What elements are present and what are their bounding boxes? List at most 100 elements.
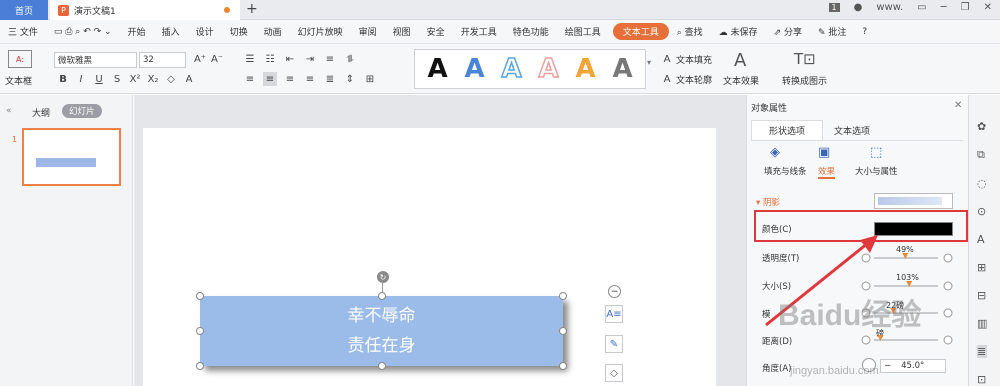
share-button[interactable]: ⇗ 分享 (766, 25, 810, 38)
transparency-plus-button[interactable] (943, 253, 953, 263)
resize-handle-tr[interactable] (559, 292, 567, 300)
fill-float-icon[interactable]: ◇ (605, 364, 623, 382)
convert-diagram-icon[interactable]: T⊡ (794, 50, 816, 68)
table-icon[interactable]: ⊞ (977, 261, 987, 274)
pen-float-icon[interactable]: ✎ (605, 335, 623, 353)
underline-button[interactable]: U (92, 72, 106, 86)
minimize-icon[interactable]: ─ (941, 2, 947, 13)
text-effect-icon[interactable]: A (734, 50, 746, 71)
indent-decrease-icon[interactable]: ⇤ (283, 52, 297, 66)
resize-handle-br[interactable] (559, 362, 567, 370)
text-style-pink-outline[interactable]: A (533, 52, 565, 86)
text-outline-button[interactable]: A 文本轮廓 (660, 72, 712, 86)
new-tab-button[interactable]: + (246, 1, 258, 17)
subtab-fill-line[interactable]: 填充与线条 (764, 165, 807, 177)
tab-text-options[interactable]: 文本选项 (834, 124, 870, 137)
menu-drawing-tools[interactable]: 绘图工具 (557, 25, 609, 38)
resize-handle-r[interactable] (559, 327, 567, 335)
tab-shape-options[interactable]: 形状选项 (751, 120, 823, 140)
resize-handle-l[interactable] (196, 327, 204, 335)
menu-features[interactable]: 特色功能 (505, 25, 557, 38)
selected-textbox[interactable]: 幸不辱命 责任在身 (200, 296, 563, 366)
tab-slides[interactable]: 幻灯片 (62, 104, 102, 118)
resize-handle-bl[interactable] (196, 362, 204, 370)
superscript-icon[interactable]: X² (128, 72, 142, 86)
panel-close-icon[interactable]: ✕ (954, 100, 962, 111)
save-status[interactable]: ☁ 未保存 (711, 25, 766, 38)
menu-insert[interactable]: 插入 (154, 25, 188, 38)
tab-outline[interactable]: 大纲 (32, 106, 50, 119)
align-right-icon[interactable]: ≡ (283, 72, 297, 86)
size-plus-button[interactable] (943, 281, 953, 291)
text-format-float-icon[interactable]: A≡ (605, 305, 623, 323)
distance-minus-button[interactable] (861, 335, 871, 345)
collapse-icon[interactable]: « (6, 106, 12, 116)
columns-icon[interactable]: ⊞ (363, 72, 377, 86)
pin-icon[interactable]: ✿ (977, 120, 987, 133)
chart-icon[interactable]: ▥ (977, 317, 987, 330)
fill-line-icon[interactable]: ◈ (770, 145, 780, 160)
text-effect-label[interactable]: 文本效果 (723, 74, 759, 87)
text-style-blue[interactable]: A (459, 52, 491, 86)
user-name[interactable]: www. (876, 2, 903, 13)
shadow-preset-select[interactable] (874, 193, 953, 209)
bullet-list-icon[interactable]: ☰ (243, 52, 257, 66)
resize-handle-t[interactable] (378, 292, 386, 300)
blur-plus-button[interactable] (943, 308, 953, 318)
subscript-icon[interactable]: X₂ (146, 72, 160, 86)
effect-icon[interactable]: ▣ (818, 145, 830, 160)
text-style-orange[interactable]: A (570, 52, 602, 86)
menu-text-tools[interactable]: 文本工具 (612, 23, 669, 40)
menu-animation[interactable]: 动画 (256, 25, 290, 38)
window-split-icon[interactable]: ▭ (917, 2, 926, 13)
line-spacing-icon[interactable]: ≡ (323, 52, 337, 66)
menu-security[interactable]: 安全 (419, 25, 453, 38)
restore-icon[interactable]: ❐ (961, 2, 970, 13)
textbox-line-2[interactable]: 责任在身 (348, 331, 416, 361)
menu-view[interactable]: 视图 (385, 25, 419, 38)
clear-format-icon[interactable]: ◇ (164, 72, 178, 86)
text-style-black[interactable]: A (422, 52, 454, 86)
numbered-list-icon[interactable]: ☷ (263, 52, 277, 66)
text-style-icon[interactable]: A (977, 233, 987, 246)
collapse-toolbar-icon[interactable]: − (608, 285, 621, 298)
size-property-icon[interactable]: ⬚ (870, 145, 882, 160)
resize-handle-b[interactable] (378, 362, 386, 370)
help-button[interactable]: ? (854, 27, 875, 37)
more-icon[interactable]: ⊡ (977, 373, 987, 386)
file-menu[interactable]: 三 文件 (0, 25, 46, 38)
indent-increase-icon[interactable]: ⇥ (303, 52, 317, 66)
font-shrink-icon[interactable]: A⁻ (210, 52, 224, 66)
distance-plus-button[interactable] (943, 335, 953, 345)
italic-button[interactable]: I (74, 72, 88, 86)
angle-input[interactable]: − 45.0° (880, 359, 946, 373)
text-direction-icon[interactable]: ⥮ (343, 52, 357, 66)
convert-diagram-label[interactable]: 转换成图示 (782, 74, 827, 87)
subtab-size-property[interactable]: 大小与属性 (855, 165, 898, 177)
copy-icon[interactable]: ⧉ (977, 148, 987, 162)
resize-handle-tl[interactable] (196, 292, 204, 300)
tab-home[interactable]: 首页 (0, 0, 48, 20)
properties-icon[interactable]: ≣ (977, 345, 988, 358)
tab-document[interactable]: P 演示文稿1 (50, 0, 240, 20)
menu-slideshow[interactable]: 幻灯片放映 (290, 25, 351, 38)
rotate-handle-icon[interactable]: ↻ (377, 271, 389, 283)
font-color-icon[interactable]: A (182, 72, 196, 86)
textbox-icon[interactable]: A: (8, 50, 32, 68)
menu-transition[interactable]: 切换 (222, 25, 256, 38)
font-size-select[interactable]: 32 (139, 52, 186, 68)
panel-title[interactable]: 对象属性 (751, 101, 787, 114)
font-name-select[interactable]: 微软雅黑 (54, 52, 137, 68)
user-avatar[interactable]: ● (854, 2, 863, 13)
comment-button[interactable]: ✎ 批注 (810, 25, 854, 38)
text-style-blue-outline[interactable]: A (496, 52, 528, 86)
subtab-effect[interactable]: 效果 (818, 165, 836, 179)
menu-start[interactable]: 开始 (120, 25, 154, 38)
text-style-gray[interactable]: A (607, 52, 639, 86)
align-center-icon[interactable]: ≡ (263, 72, 277, 86)
shape-icon[interactable]: ◌ (977, 177, 987, 190)
text-fill-button[interactable]: A 文本填充 (660, 52, 712, 66)
textbox-line-1[interactable]: 幸不辱命 (348, 301, 416, 331)
grid-icon[interactable]: ⊟ (977, 289, 987, 302)
bold-button[interactable]: B (56, 72, 70, 86)
